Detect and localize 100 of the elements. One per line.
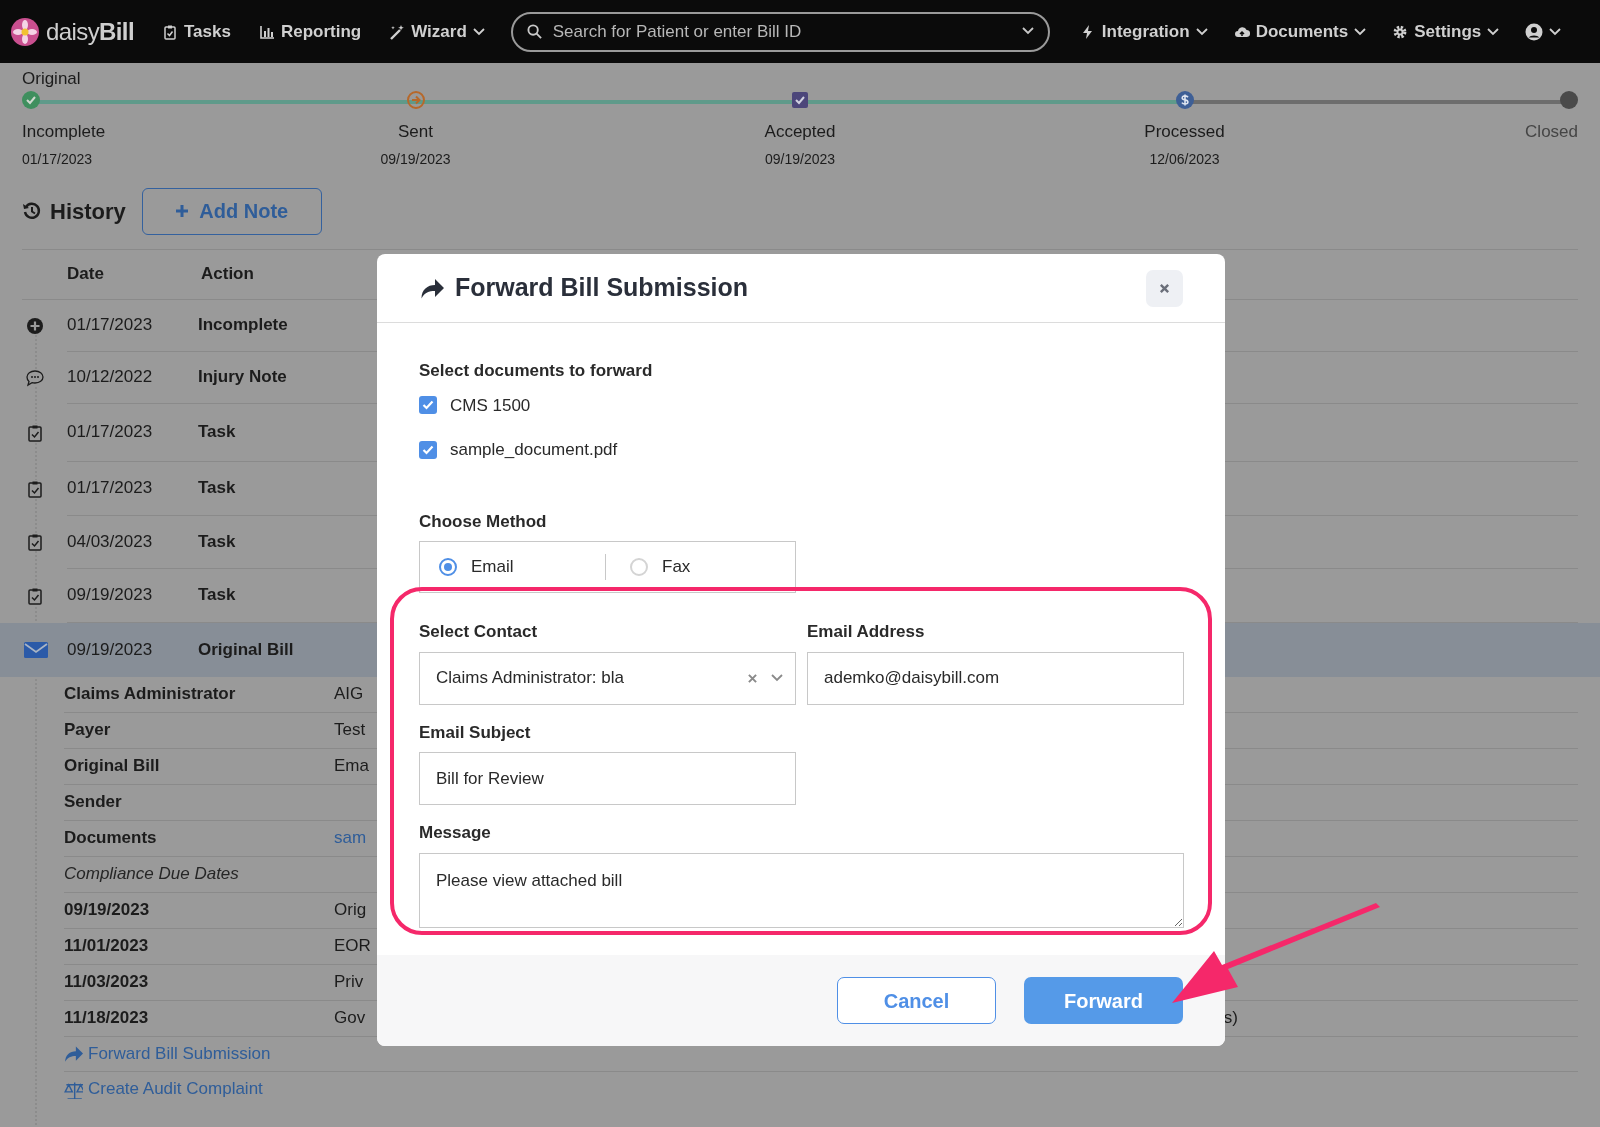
row-action: Task	[198, 530, 236, 553]
clipboard-icon	[161, 23, 178, 40]
user-menu-button[interactable]	[1525, 22, 1562, 41]
user-avatar-icon	[1525, 22, 1544, 41]
step-label: Sent	[398, 121, 433, 143]
share-arrow-icon	[419, 276, 445, 300]
section-title: History	[50, 197, 126, 226]
column-header: Date	[67, 263, 105, 286]
clipboard-check-icon	[26, 533, 44, 551]
row-date: 10/12/2022	[67, 366, 154, 389]
detail-value: Orig	[334, 899, 367, 922]
subject-field[interactable]: Bill for Review	[419, 752, 796, 805]
modal-title: Forward Bill Submission	[455, 272, 749, 304]
status-label: Original	[22, 69, 82, 89]
chevron-down-icon	[1021, 26, 1034, 35]
balance-scale-icon	[64, 1079, 83, 1099]
field-label: Select Contact	[419, 621, 539, 643]
section-heading: Compliance Due Dates	[64, 863, 240, 886]
clear-icon	[748, 673, 757, 683]
close-button[interactable]	[1146, 269, 1183, 307]
logo-text[interactable]: daisyBill	[46, 13, 134, 50]
checkmark-icon	[422, 444, 434, 455]
detail-label: Sender	[64, 791, 123, 814]
share-arrow-icon	[64, 1044, 83, 1063]
field-label: Email Subject	[419, 721, 532, 744]
step-date: 01/17/2023	[22, 149, 93, 169]
history-icon	[22, 201, 42, 221]
row-date: 09/19/2023	[67, 584, 154, 607]
detail-label: 11/01/2023	[64, 935, 150, 958]
row-action: Incomplete	[198, 314, 288, 337]
radio-option[interactable]: Fax	[605, 554, 790, 580]
nav-menu-item[interactable]: Tasks	[161, 18, 231, 45]
row-date: 04/03/2023	[67, 530, 154, 553]
row-action: Task	[198, 477, 236, 500]
plus-icon	[175, 204, 190, 218]
checkbox[interactable]	[419, 440, 437, 459]
checkbox-label: sample_document.pdf	[450, 439, 618, 461]
radio-option[interactable]: Email	[420, 554, 605, 580]
chevron-down-icon	[1487, 27, 1500, 36]
detail-label: Payer	[64, 719, 112, 742]
clipboard-check-icon	[26, 586, 44, 605]
bar-chart-icon	[258, 23, 275, 40]
search-field[interactable]: Search for Patient or enter Bill ID	[510, 11, 1050, 52]
nav-menu-item[interactable]: Settings	[1392, 18, 1500, 45]
step-label: Processed	[1144, 121, 1225, 143]
row-action: Original Bill	[198, 638, 294, 661]
row-date: 01/17/2023	[67, 477, 154, 500]
nav-menu-item[interactable]: Reporting	[258, 18, 362, 45]
row-action: Task	[198, 421, 236, 444]
checkbox-label: CMS 1500	[450, 394, 531, 417]
chevron-down-icon	[1354, 27, 1367, 36]
detail-value: AIG	[334, 683, 364, 706]
chevron-down-icon	[771, 674, 783, 682]
detail-value: EOR	[334, 935, 371, 958]
column-header: Action	[201, 263, 254, 286]
detail-label: Claims Administrator	[64, 683, 237, 706]
message-field[interactable]: Please view attached bill	[419, 852, 1184, 928]
nav-menu-item[interactable]: Wizard	[389, 18, 485, 45]
settings-icon	[1392, 23, 1409, 40]
field-label: Email Address	[807, 621, 926, 643]
chevron-down-icon	[472, 27, 485, 36]
step-date: 09/19/2023	[380, 149, 451, 169]
detail-label: 11/18/2023	[64, 1007, 150, 1030]
clipboard-check-icon	[26, 479, 44, 498]
detail-label: Original Bill	[64, 755, 161, 778]
email-field[interactable]: ademko@daisybill.com	[807, 651, 1184, 705]
row-action: Injury Note	[198, 366, 287, 389]
nav-menu-item[interactable]: Documents	[1233, 18, 1367, 45]
detail-label: 09/19/2023	[64, 899, 151, 922]
checkbox[interactable]	[419, 396, 437, 415]
daisy-flower-icon	[10, 16, 40, 47]
step-date: 09/19/2023	[764, 149, 836, 169]
detail-value: Ema	[334, 755, 369, 778]
step-label: Accepted	[764, 121, 836, 143]
clipboard-check-icon	[26, 423, 44, 442]
contact-dropdown[interactable]: Claims Administrator: bla	[419, 651, 796, 705]
envelope-icon	[24, 639, 48, 660]
nav-menu-item[interactable]: Integration	[1079, 18, 1208, 45]
field-label: Choose Method	[419, 510, 548, 533]
step-label: Incomplete	[22, 121, 106, 143]
checkmark-icon	[422, 400, 434, 411]
wand-icon	[389, 23, 406, 40]
field-label: Select documents to forward	[419, 360, 654, 382]
row-date: 01/17/2023	[67, 421, 154, 444]
detail-value: Gov	[334, 1007, 366, 1030]
chevron-down-icon	[1195, 27, 1208, 36]
row-action: Task	[198, 584, 236, 607]
step-label: Closed	[1525, 121, 1578, 143]
close-icon	[1159, 282, 1170, 294]
detail-value: s)	[1223, 1007, 1238, 1030]
plus-circle-icon	[26, 316, 44, 335]
detail-label: Documents	[64, 827, 158, 850]
detail-value: Priv	[334, 971, 364, 994]
search-icon	[526, 23, 542, 39]
field-label: Message	[419, 822, 492, 844]
radio-button[interactable]	[439, 558, 457, 576]
step-date: 12/06/2023	[1149, 149, 1220, 169]
chevron-down-icon	[1549, 27, 1562, 36]
detail-label: 11/03/2023	[64, 971, 150, 994]
detail-value: Test	[334, 719, 366, 742]
